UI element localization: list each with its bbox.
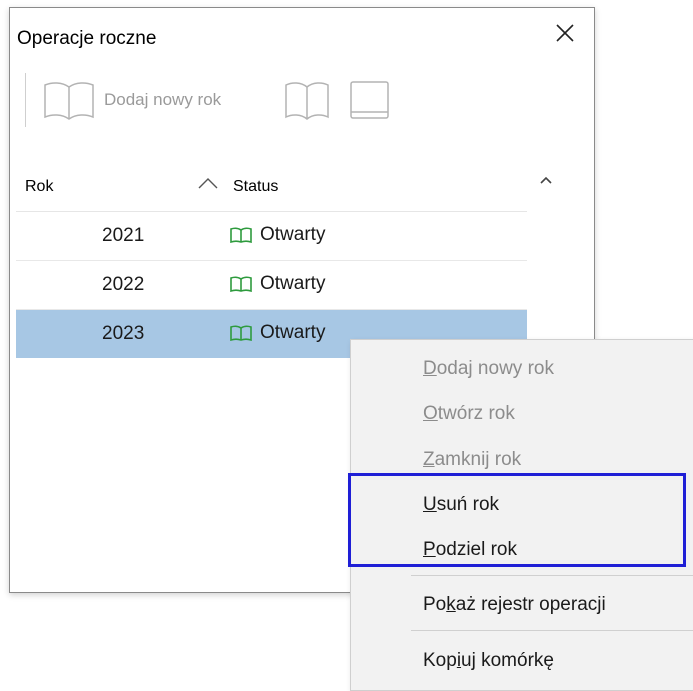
cell-status: Otwarty bbox=[230, 273, 325, 295]
open-book-icon bbox=[230, 227, 252, 243]
cell-year: 2022 bbox=[102, 274, 145, 295]
column-header-status[interactable]: Status bbox=[233, 178, 278, 196]
menu-separator bbox=[411, 575, 693, 576]
grid-header: Rok Status bbox=[16, 161, 527, 212]
cell-status: Otwarty bbox=[230, 322, 325, 344]
table-row[interactable]: 2021 Otwarty bbox=[16, 212, 527, 261]
menu-item-open-year[interactable]: Otwórz rok bbox=[423, 403, 515, 425]
add-year-button[interactable]: Dodaj nowy rok bbox=[42, 78, 221, 122]
sort-ascending-icon bbox=[198, 178, 218, 189]
status-text: Otwarty bbox=[260, 224, 326, 245]
status-text: Otwarty bbox=[260, 273, 326, 294]
menu-item-add-year[interactable]: Dodaj nowy rok bbox=[423, 358, 554, 380]
book-open-icon bbox=[285, 82, 329, 120]
menu-item-close-year[interactable]: Zamknij rok bbox=[423, 449, 521, 471]
cell-status: Otwarty bbox=[230, 224, 325, 246]
status-text: Otwarty bbox=[260, 322, 326, 343]
open-book-icon bbox=[230, 325, 252, 341]
open-book-icon bbox=[230, 276, 252, 292]
dialog-title: Operacje roczne bbox=[17, 28, 157, 49]
column-header-rok[interactable]: Rok bbox=[25, 178, 53, 196]
close-icon[interactable] bbox=[552, 20, 578, 46]
book-closed-icon bbox=[350, 81, 389, 119]
book-icon bbox=[44, 82, 94, 120]
menu-item-show-operations-log[interactable]: Pokaż rejestr operacji bbox=[423, 594, 606, 616]
open-year-button[interactable] bbox=[283, 79, 331, 121]
table-row[interactable]: 2022 Otwarty bbox=[16, 261, 527, 310]
close-year-button[interactable] bbox=[348, 79, 392, 123]
highlight-box bbox=[348, 473, 686, 567]
menu-item-copy-cell[interactable]: Kopiuj komórkę bbox=[423, 650, 554, 672]
add-year-label: Dodaj nowy rok bbox=[104, 90, 222, 109]
toolbar-separator bbox=[25, 73, 26, 127]
scroll-up-arrow-icon[interactable] bbox=[539, 175, 553, 185]
menu-separator bbox=[411, 630, 693, 631]
cell-year: 2021 bbox=[102, 225, 145, 246]
cell-year: 2023 bbox=[102, 323, 145, 344]
